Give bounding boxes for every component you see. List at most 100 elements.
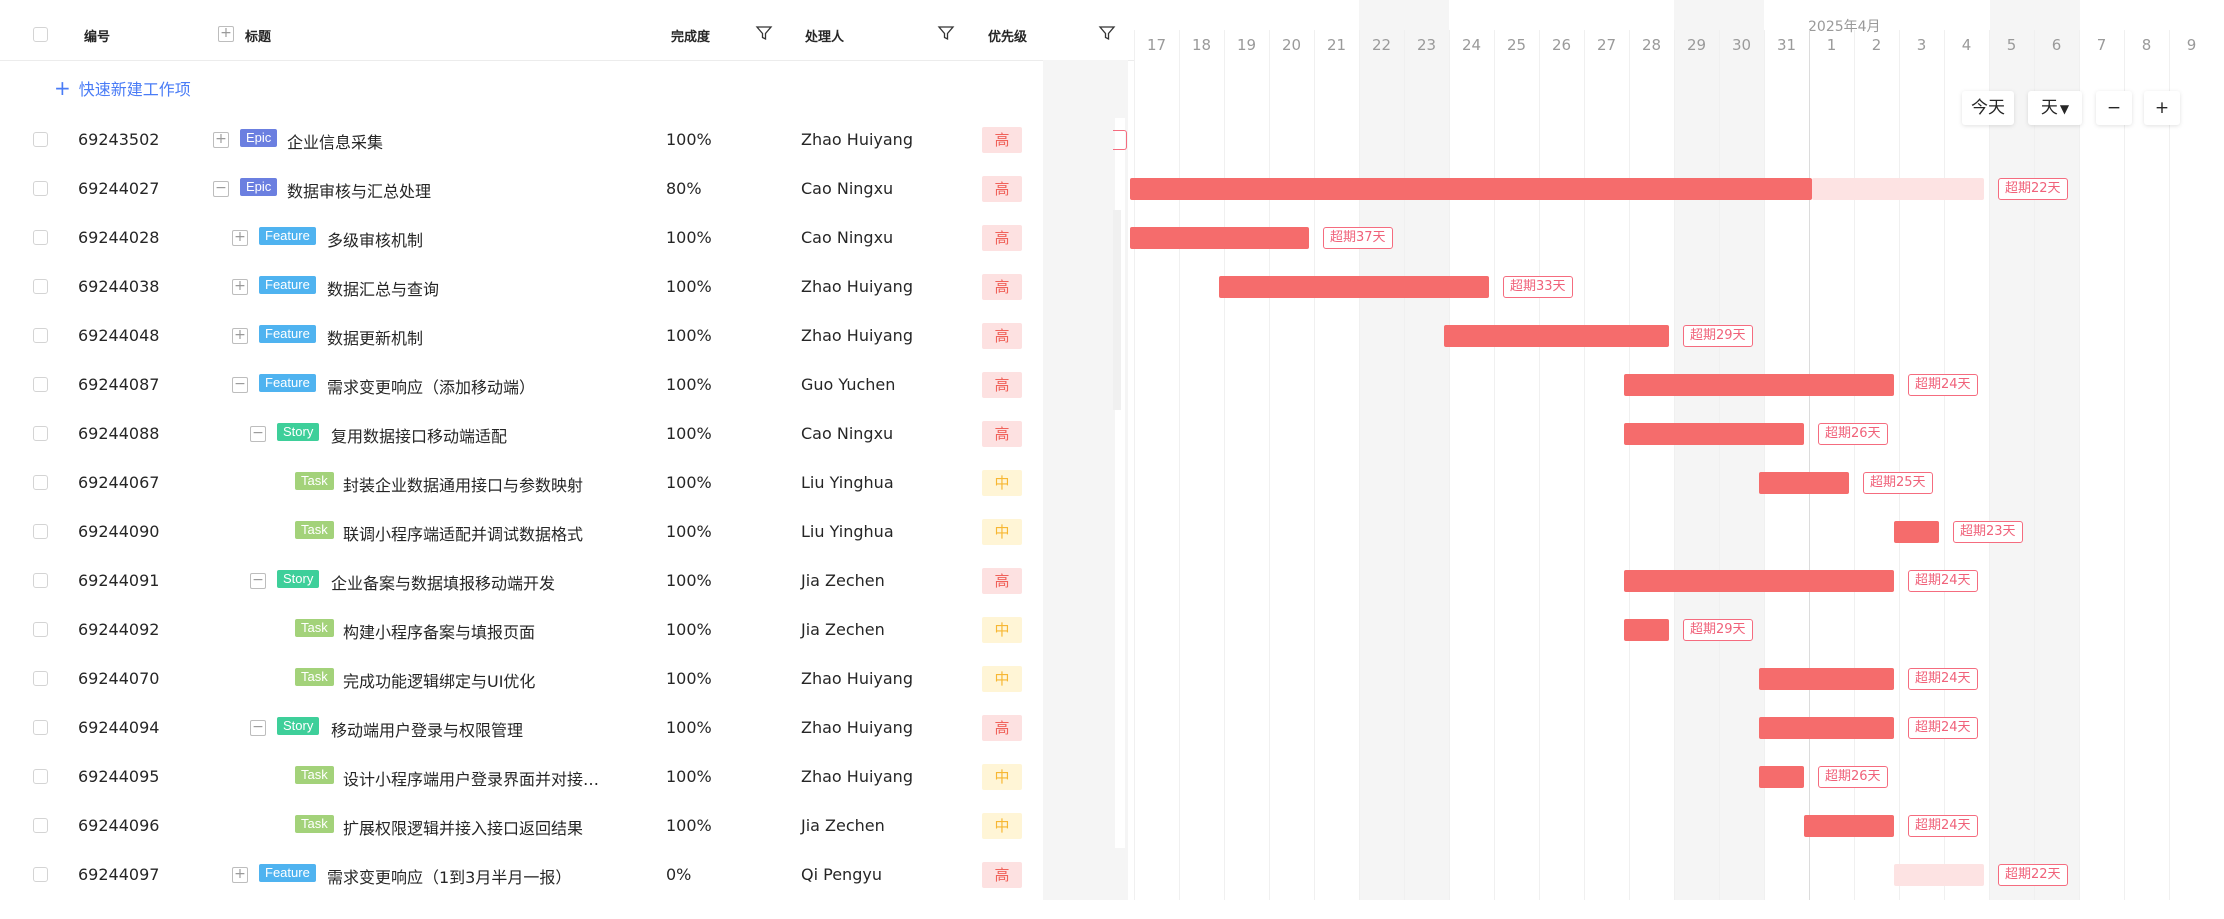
row-title[interactable]: 企业信息采集 <box>287 129 383 153</box>
expand-icon[interactable]: + <box>213 132 229 148</box>
row-title[interactable]: 数据更新机制 <box>327 325 423 349</box>
expand-icon[interactable]: + <box>232 279 248 295</box>
collapse-icon[interactable]: − <box>250 720 266 736</box>
today-button[interactable]: 今天 <box>1962 91 2014 125</box>
row-assignee[interactable]: Zhao Huiyang <box>801 326 913 345</box>
gantt-bar[interactable] <box>1759 668 1894 690</box>
priority-badge[interactable]: 中 <box>982 764 1022 790</box>
column-header-id[interactable]: 编号 <box>84 26 110 45</box>
zoom-out-button[interactable]: − <box>2096 91 2132 125</box>
priority-badge[interactable]: 高 <box>982 225 1022 251</box>
gantt-bar[interactable] <box>1130 178 1812 200</box>
gantt-bar[interactable] <box>1219 276 1489 298</box>
row-checkbox[interactable] <box>33 181 48 196</box>
priority-badge[interactable]: 高 <box>982 862 1022 888</box>
gantt-bar[interactable] <box>1759 717 1894 739</box>
priority-badge[interactable]: 中 <box>982 617 1022 643</box>
row-checkbox[interactable] <box>33 279 48 294</box>
row-title[interactable]: 需求变更响应（1到3月半月一报） <box>327 864 571 888</box>
row-title[interactable]: 扩展权限逻辑并接入接口返回结果 <box>343 815 583 839</box>
column-header-title[interactable]: 标题 <box>245 26 271 45</box>
expand-icon[interactable]: + <box>232 328 248 344</box>
gantt-bar[interactable] <box>1130 227 1309 249</box>
row-checkbox[interactable] <box>33 671 48 686</box>
row-assignee[interactable]: Zhao Huiyang <box>801 130 913 149</box>
row-checkbox[interactable] <box>33 377 48 392</box>
gantt-bar-remaining[interactable] <box>1812 178 1984 200</box>
priority-badge[interactable]: 中 <box>982 666 1022 692</box>
priority-filter-icon[interactable] <box>1098 24 1116 42</box>
row-title[interactable]: 封装企业数据通用接口与参数映射 <box>343 472 583 496</box>
row-checkbox[interactable] <box>33 769 48 784</box>
row-assignee[interactable]: Jia Zechen <box>801 816 885 835</box>
priority-badge[interactable]: 高 <box>982 176 1022 202</box>
row-checkbox[interactable] <box>33 328 48 343</box>
row-assignee[interactable]: Zhao Huiyang <box>801 767 913 786</box>
scrollbar-thumb[interactable] <box>1113 210 1121 410</box>
row-title[interactable]: 完成功能逻辑绑定与UI优化 <box>343 668 535 692</box>
select-all-checkbox[interactable] <box>33 27 48 42</box>
gantt-bar[interactable] <box>1759 472 1849 494</box>
row-checkbox[interactable] <box>33 475 48 490</box>
row-title[interactable]: 需求变更响应（添加移动端） <box>327 374 535 398</box>
row-checkbox[interactable] <box>33 524 48 539</box>
priority-badge[interactable]: 高 <box>982 127 1022 153</box>
collapse-icon[interactable]: − <box>250 573 266 589</box>
row-checkbox[interactable] <box>33 132 48 147</box>
priority-badge[interactable]: 中 <box>982 519 1022 545</box>
progress-filter-icon[interactable] <box>755 24 773 42</box>
column-header-progress[interactable]: 完成度 <box>671 26 710 45</box>
gantt-bar[interactable] <box>1804 815 1894 837</box>
gantt-bar[interactable] <box>1759 766 1804 788</box>
gantt-bar-stub[interactable] <box>1113 130 1127 150</box>
gantt-bar[interactable] <box>1624 619 1669 641</box>
row-title[interactable]: 数据审核与汇总处理 <box>287 178 431 202</box>
priority-badge[interactable]: 中 <box>982 470 1022 496</box>
row-assignee[interactable]: Liu Yinghua <box>801 522 894 541</box>
row-title[interactable]: 企业备案与数据填报移动端开发 <box>331 570 555 594</box>
row-title[interactable]: 复用数据接口移动端适配 <box>331 423 507 447</box>
expand-icon[interactable]: + <box>232 867 248 883</box>
priority-badge[interactable]: 高 <box>982 421 1022 447</box>
row-title[interactable]: 设计小程序端用户登录界面并对接… <box>343 766 599 790</box>
gantt-bar[interactable] <box>1444 325 1669 347</box>
gantt-bar[interactable] <box>1624 423 1804 445</box>
assignee-filter-icon[interactable] <box>937 24 955 42</box>
row-checkbox[interactable] <box>33 818 48 833</box>
row-checkbox[interactable] <box>33 720 48 735</box>
priority-badge[interactable]: 高 <box>982 323 1022 349</box>
zoom-in-button[interactable]: + <box>2144 91 2180 125</box>
row-assignee[interactable]: Qi Pengyu <box>801 865 882 884</box>
quick-create-button[interactable]: + 快速新建工作项 <box>54 76 191 100</box>
row-assignee[interactable]: Zhao Huiyang <box>801 277 913 296</box>
row-checkbox[interactable] <box>33 573 48 588</box>
time-unit-select[interactable]: 天 ▼ <box>2028 91 2082 125</box>
column-header-assignee[interactable]: 处理人 <box>805 26 844 45</box>
priority-badge[interactable]: 中 <box>982 813 1022 839</box>
priority-badge[interactable]: 高 <box>982 274 1022 300</box>
row-checkbox[interactable] <box>33 230 48 245</box>
row-assignee[interactable]: Zhao Huiyang <box>801 669 913 688</box>
column-header-priority[interactable]: 优先级 <box>988 26 1027 45</box>
row-assignee[interactable]: Cao Ningxu <box>801 424 893 443</box>
gantt-bar-remaining[interactable] <box>1894 864 1984 886</box>
row-title[interactable]: 联调小程序端适配并调试数据格式 <box>343 521 583 545</box>
row-title[interactable]: 数据汇总与查询 <box>327 276 439 300</box>
expand-all-icon[interactable]: + <box>218 26 234 42</box>
row-title[interactable]: 多级审核机制 <box>327 227 423 251</box>
gantt-bar[interactable] <box>1624 570 1894 592</box>
row-checkbox[interactable] <box>33 426 48 441</box>
row-assignee[interactable]: Guo Yuchen <box>801 375 895 394</box>
row-checkbox[interactable] <box>33 622 48 637</box>
expand-icon[interactable]: + <box>232 230 248 246</box>
gantt-bar[interactable] <box>1624 374 1894 396</box>
collapse-icon[interactable]: − <box>250 426 266 442</box>
row-title[interactable]: 移动端用户登录与权限管理 <box>331 717 523 741</box>
row-assignee[interactable]: Cao Ningxu <box>801 228 893 247</box>
row-assignee[interactable]: Jia Zechen <box>801 620 885 639</box>
row-assignee[interactable]: Cao Ningxu <box>801 179 893 198</box>
priority-badge[interactable]: 高 <box>982 568 1022 594</box>
collapse-icon[interactable]: − <box>213 181 229 197</box>
priority-badge[interactable]: 高 <box>982 715 1022 741</box>
collapse-icon[interactable]: − <box>232 377 248 393</box>
